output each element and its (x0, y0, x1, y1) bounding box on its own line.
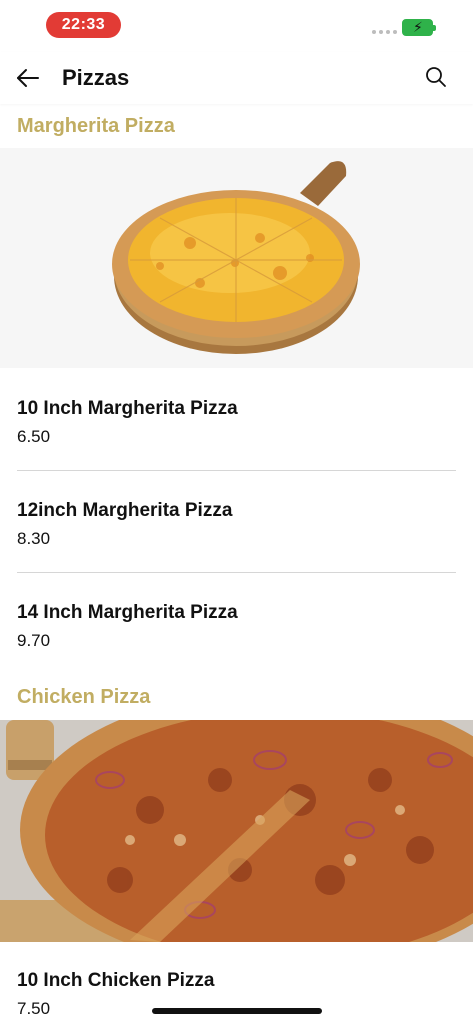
charging-bolt-icon: ⚡ (413, 19, 423, 35)
arrow-left-icon (17, 69, 39, 87)
category-title-chicken: Chicken Pizza (17, 686, 151, 708)
item-name: 10 Inch Chicken Pizza (17, 970, 215, 991)
search-icon (426, 67, 446, 87)
status-bar: 22:33 ⚡ (0, 0, 473, 52)
divider (17, 572, 456, 573)
app-header: Pizzas (0, 52, 473, 104)
battery-icon: ⚡ (402, 19, 436, 36)
back-button[interactable] (14, 64, 42, 92)
signal-icon (372, 30, 397, 34)
item-price: 6.50 (17, 427, 51, 446)
menu-list[interactable]: Margherita Pizza 10 Inch Margherita Pizz… (0, 104, 473, 1024)
item-name: 10 Inch Margherita Pizza (17, 398, 238, 419)
item-name: 14 Inch Margherita Pizza (17, 602, 238, 623)
search-button[interactable] (424, 65, 448, 89)
status-time: 22:33 (46, 12, 121, 38)
category-title-margherita: Margherita Pizza (17, 115, 175, 137)
item-price: 9.70 (17, 631, 51, 650)
divider (17, 470, 456, 471)
page-title: Pizzas (62, 65, 130, 90)
item-name: 12inch Margherita Pizza (17, 500, 233, 521)
margherita-pizza-image (0, 148, 473, 368)
chicken-pizza-image (0, 720, 473, 942)
menu-item[interactable]: 12inch Margherita Pizza 8.30 (17, 498, 456, 550)
menu-item[interactable]: 14 Inch Margherita Pizza 9.70 (17, 600, 456, 652)
menu-item[interactable]: 10 Inch Margherita Pizza 6.50 (17, 396, 456, 448)
home-indicator[interactable] (152, 1008, 322, 1014)
item-price: 8.30 (17, 529, 51, 548)
